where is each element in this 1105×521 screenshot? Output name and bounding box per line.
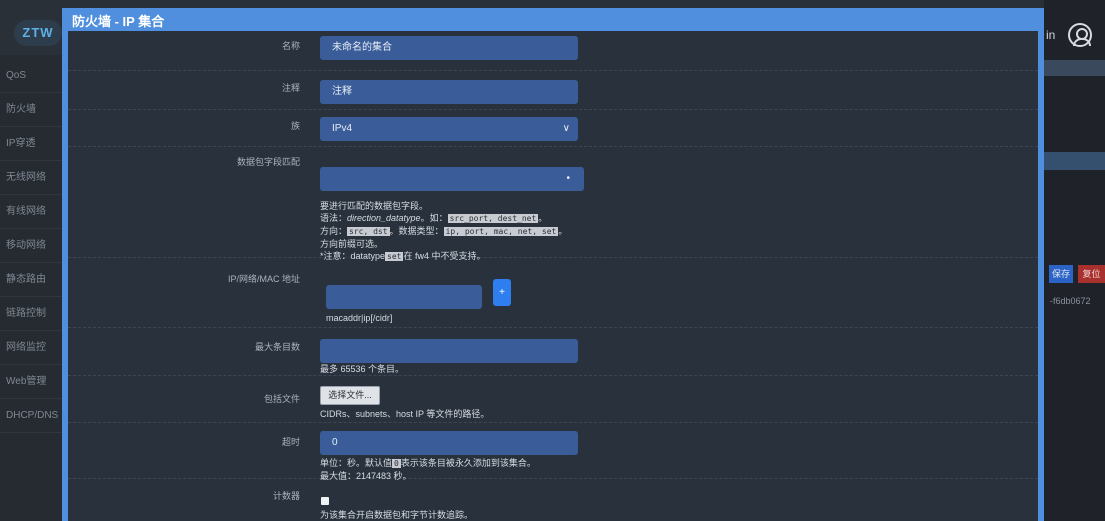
timeout-label: 超时 xyxy=(281,437,300,447)
match-hint: 要进行匹配的数据包字段。 语法：direction_datatype。如： src… xyxy=(320,200,567,263)
name-input[interactable]: 未命名的集合 xyxy=(320,36,578,60)
timeout-input[interactable]: 0 xyxy=(320,431,578,455)
add-address-button[interactable]: + xyxy=(493,279,511,306)
row-name: 名称 未命名的集合 xyxy=(68,31,1038,71)
row-include: 包括文件 CIDRs、subnets、host IP 等文件的路径。 xyxy=(68,376,1038,423)
user-name: in xyxy=(1046,28,1056,42)
timeout-hint-line1: 单位：秒。默认值 0 表示该条目被永久添加到该集合。 xyxy=(320,458,536,468)
reset-button[interactable]: 复位 xyxy=(1078,265,1105,283)
address-hint: macaddr|ip[/cidr] xyxy=(326,313,393,323)
sidebar-item-link-control[interactable]: 链路控制 xyxy=(0,297,62,331)
sidebar-item-network-monitor[interactable]: 网络监控 xyxy=(0,331,62,365)
chevron-down-icon: ∨ xyxy=(562,123,570,134)
dropdown-dot-icon: • xyxy=(566,173,570,184)
sidebar-item-firewall[interactable]: 防火墙 xyxy=(0,93,62,127)
sidebar-item-mobile[interactable]: 移动网络 xyxy=(0,229,62,263)
match-hint-line3: 方向： src, dst 。数据类型： ip, port, mac, net, set… xyxy=(320,226,568,236)
row-comment: 注释 注释 xyxy=(68,71,1038,110)
sidebar-item-web-admin[interactable]: Web管理 xyxy=(0,365,62,399)
comment-input[interactable]: 注释 xyxy=(320,80,578,104)
counters-hint: 为该集合开启数据包和字节计数追踪。 xyxy=(320,510,474,520)
match-label: 数据包字段匹配 xyxy=(236,157,300,167)
family-select[interactable]: IPv4 ∨ xyxy=(320,117,578,141)
match-hint-line4: 方向前缀可选。 xyxy=(320,239,384,249)
save-button[interactable]: 保存 xyxy=(1049,265,1073,283)
row-family: 族 IPv4 ∨ xyxy=(68,110,1038,147)
row-address: IP/网络/MAC 地址 macaddr|ip[/cidr] xyxy=(68,258,1038,328)
ipset-modal: 防火墙 - IP 集合 名称 未命名的集合 注释 注释 族 IPv4 ∨ 数据包… xyxy=(62,8,1044,521)
match-hint-line2: 语法：direction_datatype。如： src_port, dest_n… xyxy=(320,213,548,223)
row-counters: 计数器 为该集合开启数据包和字节计数追踪。 xyxy=(68,479,1038,521)
row-maxelem: 最大条目数 最多 65536 个条目。 xyxy=(68,328,1038,376)
choose-file-button[interactable]: 选择文件... xyxy=(320,386,380,405)
sidebar-item-wired[interactable]: 有线网络 xyxy=(0,195,62,229)
maxelem-hint: 最多 65536 个条目。 xyxy=(320,364,405,374)
match-hint-line1: 要进行匹配的数据包字段。 xyxy=(320,201,429,211)
address-input[interactable] xyxy=(326,285,482,309)
sidebar-item-ip-tunnel[interactable]: IP穿透 xyxy=(0,127,62,161)
name-label: 名称 xyxy=(281,41,300,51)
sidebar-item-qos[interactable]: QoS xyxy=(0,59,62,93)
family-value: IPv4 xyxy=(332,123,353,134)
row-match: 数据包字段匹配 • 要进行匹配的数据包字段。 语法：direction_data… xyxy=(68,147,1038,261)
match-dropdown[interactable]: • xyxy=(320,167,584,191)
modal-title: 防火墙 - IP 集合 xyxy=(72,14,165,29)
include-label: 包括文件 xyxy=(263,394,300,404)
right-panel xyxy=(1044,0,1105,521)
maxelem-input[interactable] xyxy=(320,339,578,363)
hash-text: -f6db0672 xyxy=(1050,296,1091,306)
sidebar: QoS 防火墙 IP穿透 无线网络 有线网络 移动网络 静态路由 链路控制 网络… xyxy=(0,55,62,521)
row-timeout: 超时 0 单位：秒。默认值 0 表示该条目被永久添加到该集合。 最大值：214748… xyxy=(68,423,1038,481)
maxelem-label: 最大条目数 xyxy=(254,342,300,352)
comment-label: 注释 xyxy=(281,83,300,93)
family-label: 族 xyxy=(290,121,300,131)
modal-body: 名称 未命名的集合 注释 注释 族 IPv4 ∨ 数据包字段匹配 • 要进行匹配… xyxy=(68,31,1038,521)
include-hint: CIDRs、subnets、host IP 等文件的路径。 xyxy=(320,409,490,419)
sidebar-item-wireless[interactable]: 无线网络 xyxy=(0,161,62,195)
sidebar-item-dhcp-dns[interactable]: DHCP/DNS xyxy=(0,399,62,433)
user-avatar-icon[interactable] xyxy=(1068,23,1092,47)
app-logo: ZTW xyxy=(14,20,62,46)
address-label: IP/网络/MAC 地址 xyxy=(227,274,300,284)
counters-label: 计数器 xyxy=(272,491,300,501)
sidebar-item-static-route[interactable]: 静态路由 xyxy=(0,263,62,297)
right-strip xyxy=(1044,60,1105,76)
right-strip-active xyxy=(1044,152,1105,170)
counters-checkbox[interactable] xyxy=(321,497,329,505)
